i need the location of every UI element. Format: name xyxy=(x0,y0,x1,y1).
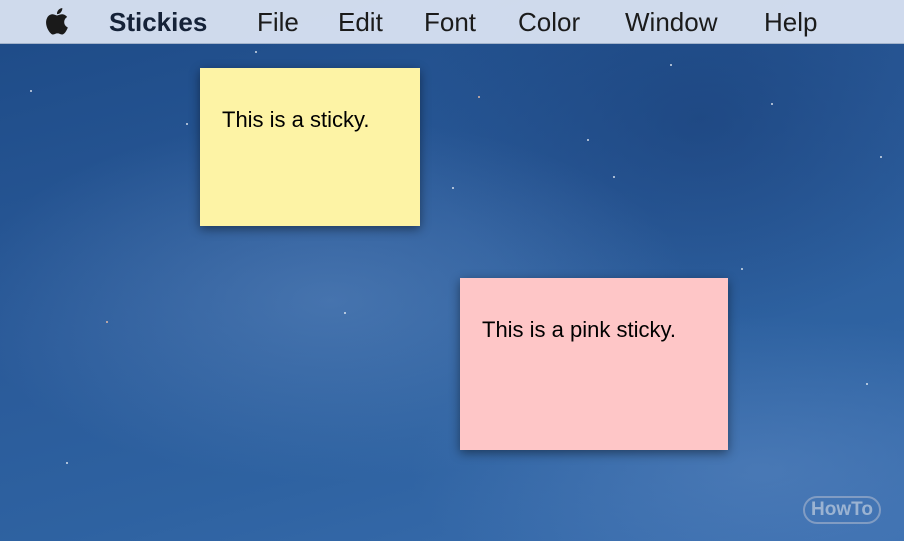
star xyxy=(880,156,882,158)
star xyxy=(741,268,743,270)
apple-icon[interactable] xyxy=(41,5,69,37)
star xyxy=(452,187,454,189)
star xyxy=(613,176,615,178)
menu-window[interactable]: Window xyxy=(625,6,717,38)
howto-watermark: HowTo xyxy=(803,496,881,524)
star xyxy=(30,90,32,92)
desktop-background xyxy=(0,0,904,541)
menu-file[interactable]: File xyxy=(257,6,299,38)
star xyxy=(478,96,480,98)
menu-help[interactable]: Help xyxy=(764,6,817,38)
sticky-note-text[interactable]: This is a pink sticky. xyxy=(482,317,676,343)
sticky-note-text[interactable]: This is a sticky. xyxy=(222,107,370,133)
star xyxy=(344,312,346,314)
menu-bar: Stickies File Edit Font Color Window Hel… xyxy=(0,0,904,44)
menu-font[interactable]: Font xyxy=(424,6,476,38)
sticky-note-yellow[interactable]: This is a sticky. xyxy=(200,68,420,226)
star xyxy=(587,139,589,141)
menu-app-name[interactable]: Stickies xyxy=(109,6,207,38)
star xyxy=(866,383,868,385)
star xyxy=(255,51,257,53)
menu-color[interactable]: Color xyxy=(518,6,580,38)
star xyxy=(670,64,672,66)
star xyxy=(66,462,68,464)
menu-edit[interactable]: Edit xyxy=(338,6,383,38)
sticky-note-pink[interactable]: This is a pink sticky. xyxy=(460,278,728,450)
star xyxy=(771,103,773,105)
star xyxy=(186,123,188,125)
star xyxy=(106,321,108,323)
